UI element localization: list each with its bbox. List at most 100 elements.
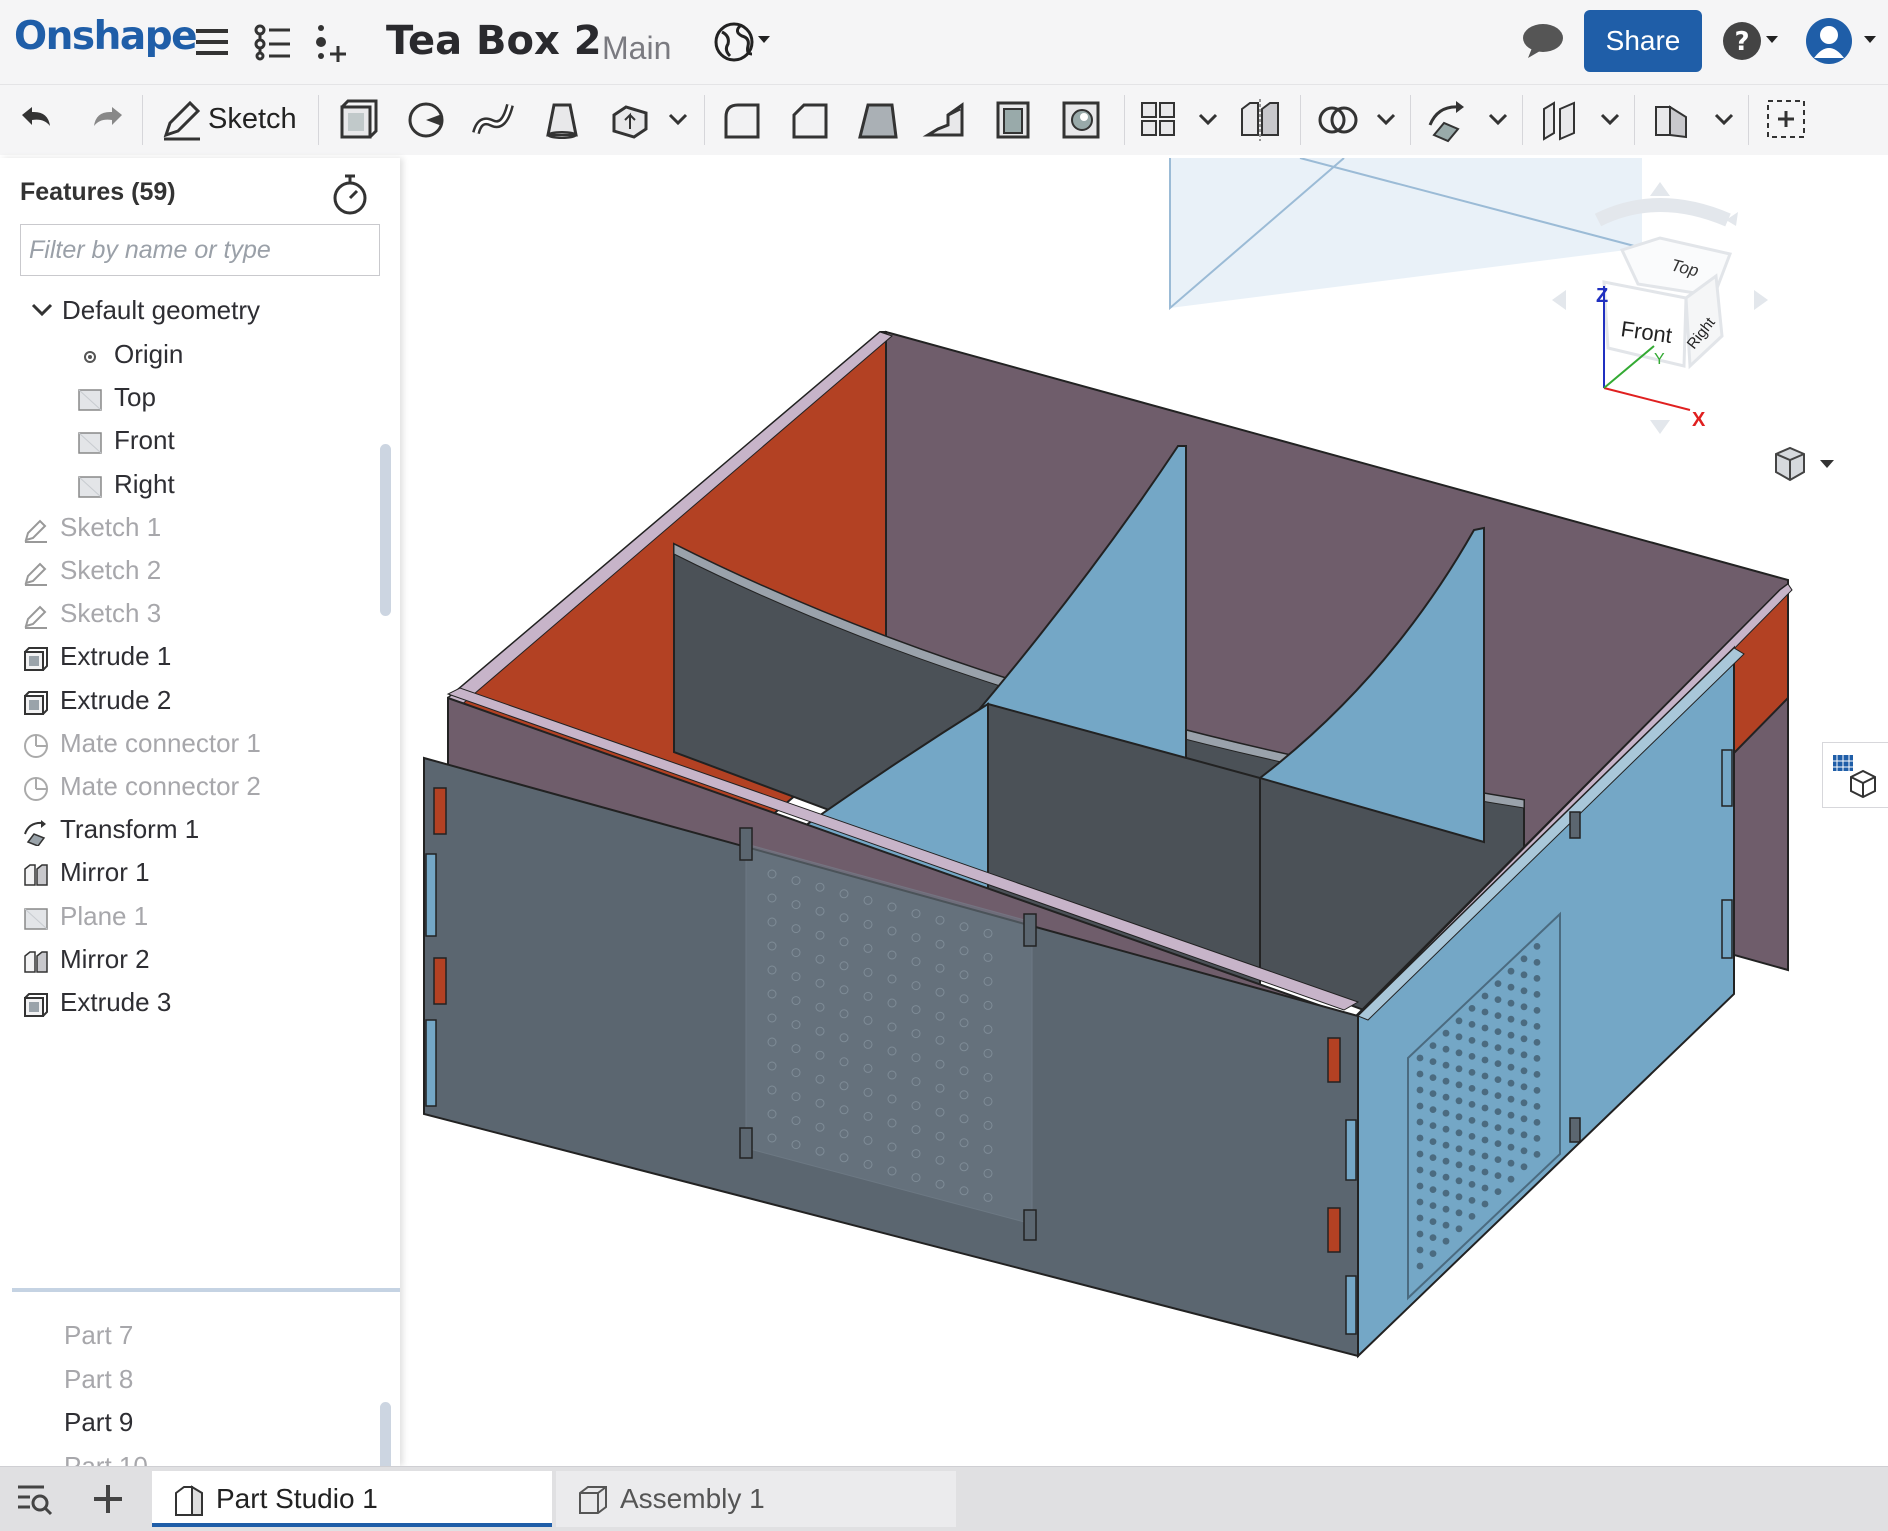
feature-label: Top (114, 382, 156, 413)
mirror-icon (22, 945, 50, 973)
sketch-icon (22, 556, 50, 586)
feature-label: Mate connector 1 (60, 727, 261, 758)
menu-icon[interactable] (190, 20, 234, 64)
plane-icon (76, 426, 104, 455)
feature-list-item[interactable]: Right (0, 462, 380, 506)
tab-part-studio-1[interactable]: Part Studio 1 (152, 1471, 552, 1527)
part-list-item[interactable]: Part 9 (0, 1400, 380, 1444)
mirror-icon[interactable] (1234, 95, 1286, 145)
hole-icon[interactable] (1056, 95, 1108, 145)
boolean-icon[interactable] (1312, 95, 1364, 145)
feature-list-item[interactable]: Mirror 2 (0, 937, 380, 981)
appearance-panel-button[interactable] (1822, 742, 1888, 808)
chevron-down-icon[interactable] (1712, 107, 1736, 131)
revolve-icon[interactable] (400, 95, 452, 145)
tab-label: Part Studio 1 (216, 1483, 378, 1514)
feature-list-item[interactable]: Mate connector 1 (0, 721, 380, 765)
feature-list-item[interactable]: Mirror 1 (0, 850, 380, 894)
chevron-down-icon[interactable] (1486, 107, 1510, 131)
feature-label: Mirror 2 (60, 943, 150, 974)
fillet-icon[interactable] (716, 95, 768, 145)
part-studio-icon (175, 1485, 203, 1516)
feature-list-panel: Features (59) Filter by name or type Def… (0, 158, 400, 1524)
feature-list-item[interactable]: Front (0, 418, 380, 462)
sheet-metal-icon[interactable] (1646, 95, 1698, 145)
thicken-icon[interactable] (604, 95, 656, 145)
document-title[interactable]: Tea Box 2 (386, 18, 602, 64)
extrude-icon[interactable] (332, 95, 384, 145)
extrude-icon (22, 988, 50, 1017)
share-button[interactable]: Share (1584, 10, 1702, 72)
mate-connector-icon (22, 772, 50, 801)
feature-label: Mate connector 2 (60, 771, 261, 801)
user-avatar-icon[interactable] (1804, 16, 1884, 66)
mate-connector-icon (22, 729, 50, 758)
feature-list: Origin Top Front Right Sketch 1 Sketch 2 Sketc… (0, 158, 380, 1286)
appearance-icon (1833, 755, 1876, 799)
feature-list-item[interactable]: Top (0, 375, 380, 419)
transform-icon (22, 815, 50, 848)
part-label: Part 7 (64, 1320, 134, 1350)
feature-list-item[interactable]: Origin (0, 332, 380, 376)
feature-label: Plane 1 (60, 900, 149, 931)
draft-icon[interactable] (852, 95, 904, 145)
feature-list-item[interactable]: Extrude 2 (0, 678, 380, 722)
onshape-logo[interactable]: Onshape (14, 14, 198, 59)
feature-label: Extrude 1 (60, 641, 172, 672)
shell-icon[interactable] (988, 95, 1040, 145)
comments-icon[interactable] (1520, 18, 1566, 62)
chamfer-icon[interactable] (784, 95, 836, 145)
z-axis-label: Z (1596, 285, 1608, 307)
sketch-button-label[interactable]: Sketch (208, 103, 297, 136)
add-tab-icon[interactable] (88, 1479, 128, 1519)
chevron-down-icon[interactable] (1374, 107, 1398, 131)
tab-assembly-1[interactable]: Assembly 1 (556, 1471, 956, 1527)
feature-label: Extrude 2 (60, 684, 172, 715)
part-list-item[interactable]: Part 7 (0, 1313, 380, 1357)
feature-label: Sketch 3 (60, 598, 162, 629)
part-label: Part 9 (64, 1407, 134, 1437)
feature-list-item[interactable]: Sketch 1 (0, 505, 380, 549)
panel-resize-divider[interactable] (12, 1288, 400, 1292)
insert-feature-icon[interactable] (312, 20, 356, 64)
chevron-down-icon[interactable] (1598, 107, 1622, 131)
feature-list-item[interactable]: Plane 1 (0, 894, 380, 938)
feature-list-item[interactable]: Extrude 3 (0, 980, 380, 1024)
assembly-icon (579, 1486, 607, 1514)
undo-icon[interactable] (12, 95, 64, 145)
linear-pattern-icon[interactable] (1134, 95, 1186, 145)
globe-icon[interactable] (712, 18, 772, 62)
feature-list-item[interactable]: Mate connector 2 (0, 764, 380, 808)
feature-list-item[interactable]: Sketch 3 (0, 591, 380, 635)
tab-manager-icon[interactable] (14, 1481, 54, 1517)
feature-label: Extrude 3 (60, 987, 172, 1017)
chevron-down-icon[interactable] (1196, 107, 1220, 131)
feature-list-item[interactable]: Transform 1 (0, 807, 380, 851)
version-history-icon[interactable] (250, 20, 294, 64)
branch-label[interactable]: Main (602, 30, 671, 67)
transform-icon[interactable] (1422, 95, 1474, 145)
x-axis-label: X (1692, 409, 1706, 431)
feature-toolbar: Sketch (0, 85, 1888, 155)
extrude-icon (22, 642, 50, 672)
feature-list-item[interactable]: Extrude 1 (0, 634, 380, 678)
chevron-down-icon[interactable] (666, 107, 690, 131)
feature-label: Origin (114, 339, 184, 369)
part-list-item[interactable]: Part 8 (0, 1357, 380, 1401)
redo-icon[interactable] (80, 95, 132, 145)
tab-label: Assembly 1 (620, 1483, 765, 1514)
graphics-area[interactable]: Top Front Right X Y Z (400, 157, 1888, 1466)
sketch-icon[interactable] (156, 95, 208, 145)
feature-list-item[interactable]: Sketch 2 (0, 548, 380, 592)
sweep-icon[interactable] (468, 95, 520, 145)
feature-label: Sketch 1 (60, 511, 162, 542)
feature-list-scrollbar[interactable] (380, 444, 391, 616)
view-cube[interactable]: Top Front Right X Y Z (1550, 180, 1770, 480)
document-tabs-bar: Part Studio 1 Assembly 1 (0, 1466, 1888, 1531)
rib-icon[interactable] (920, 95, 972, 145)
view-options-icon[interactable] (1770, 444, 1840, 486)
add-custom-feature-icon[interactable] (1760, 95, 1812, 145)
help-icon[interactable]: ? (1722, 18, 1782, 62)
split-icon[interactable] (1534, 95, 1586, 145)
loft-icon[interactable] (536, 95, 588, 145)
